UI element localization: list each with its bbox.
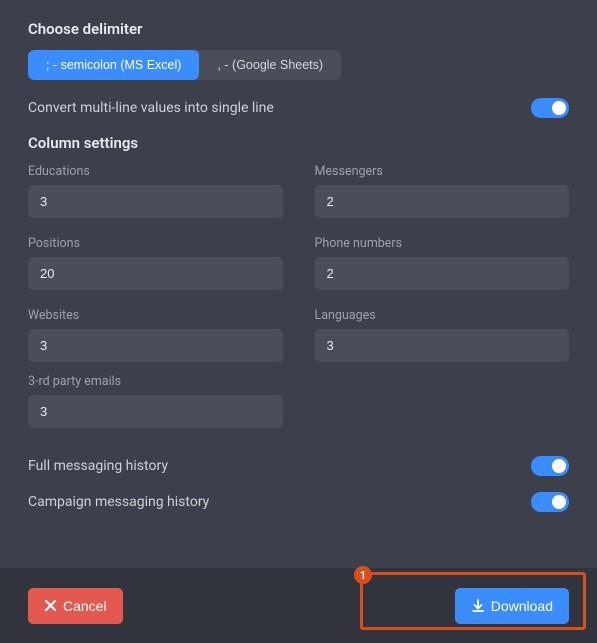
third-party-emails-input[interactable] (28, 395, 283, 428)
field-messengers: Messengers (315, 164, 570, 218)
field-third-party-emails: 3-rd party emails (28, 374, 283, 428)
websites-input[interactable] (28, 329, 283, 362)
field-label: 3-rd party emails (28, 374, 283, 389)
convert-multiline-label: Convert multi-line values into single li… (28, 100, 274, 116)
close-icon (44, 599, 57, 612)
full-messaging-history-row: Full messaging history (28, 456, 569, 476)
full-messaging-history-toggle[interactable] (531, 456, 569, 476)
cancel-button-label: Cancel (63, 598, 107, 614)
convert-multiline-row: Convert multi-line values into single li… (28, 98, 569, 118)
messengers-input[interactable] (315, 185, 570, 218)
campaign-messaging-history-row: Campaign messaging history (28, 492, 569, 512)
cancel-button[interactable]: Cancel (28, 588, 123, 624)
field-educations: Educations (28, 164, 283, 218)
footer: Cancel Download (0, 568, 597, 643)
languages-input[interactable] (315, 329, 570, 362)
field-positions: Positions (28, 236, 283, 290)
download-icon (471, 599, 485, 613)
delimiter-option-semicolon[interactable]: ; - semicolon (MS Excel) (28, 50, 199, 80)
delimiter-segmented-control: ; - semicolon (MS Excel) , - (Google She… (28, 50, 341, 80)
campaign-messaging-history-toggle[interactable] (531, 492, 569, 512)
field-websites: Websites (28, 308, 283, 362)
download-button[interactable]: Download (455, 588, 569, 624)
field-label: Educations (28, 164, 283, 179)
positions-input[interactable] (28, 257, 283, 290)
download-button-label: Download (491, 598, 553, 614)
field-label: Websites (28, 308, 283, 323)
convert-multiline-toggle[interactable] (531, 98, 569, 118)
field-label: Positions (28, 236, 283, 251)
field-label: Phone numbers (315, 236, 570, 251)
phone-numbers-input[interactable] (315, 257, 570, 290)
educations-input[interactable] (28, 185, 283, 218)
delimiter-option-comma[interactable]: , - (Google Sheets) (199, 50, 341, 80)
column-settings-title: Column settings (28, 134, 569, 152)
campaign-messaging-history-label: Campaign messaging history (28, 494, 209, 510)
field-label: Messengers (315, 164, 570, 179)
delimiter-title: Choose delimiter (28, 20, 569, 38)
field-languages: Languages (315, 308, 570, 362)
field-label: Languages (315, 308, 570, 323)
field-phone-numbers: Phone numbers (315, 236, 570, 290)
full-messaging-history-label: Full messaging history (28, 458, 168, 474)
